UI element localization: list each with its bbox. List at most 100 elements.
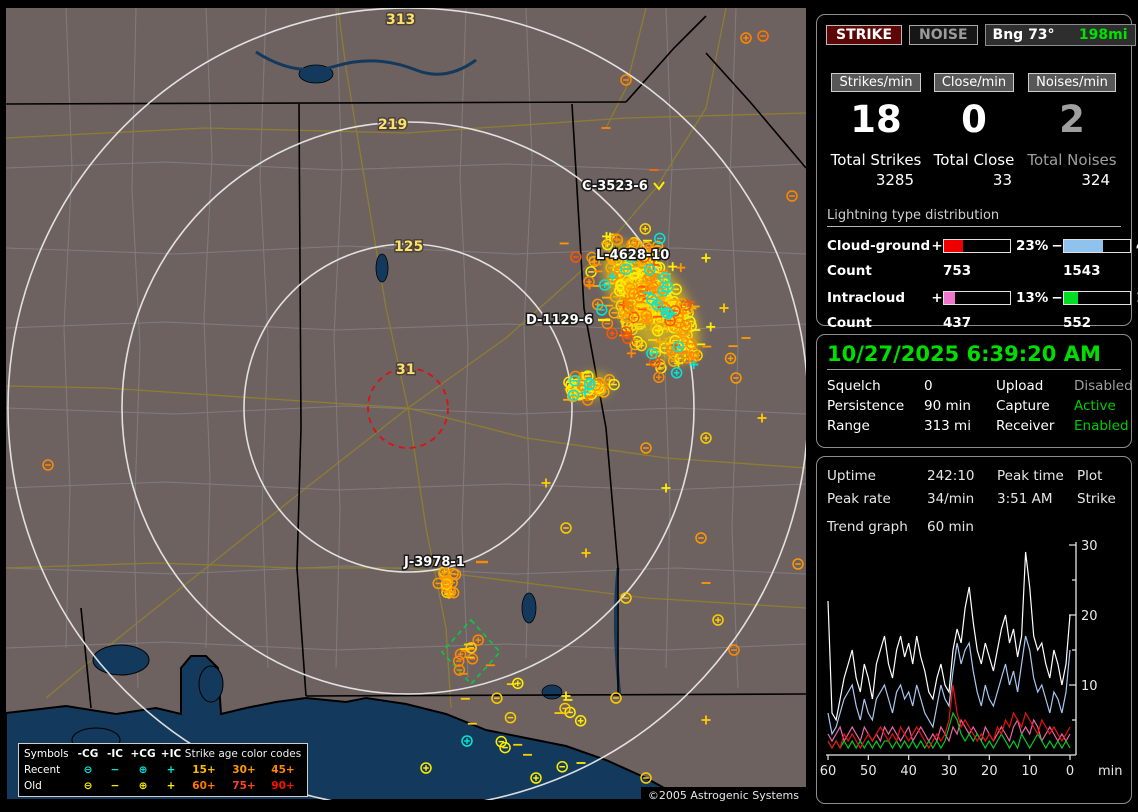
legend-col-pcg: +CG xyxy=(128,746,158,762)
copyright-text: ©2005 Astrogenic Systems xyxy=(641,787,806,804)
svg-text:60: 60 xyxy=(820,764,836,779)
trend-graph: 6050403020100min102030 xyxy=(820,539,1128,801)
total-strikes-value: 3285 xyxy=(876,171,924,189)
ring-label-31: 31 xyxy=(396,362,415,378)
peak-time-label: Peak time xyxy=(997,465,1077,488)
svg-text:min: min xyxy=(1098,764,1123,779)
range-label: Range xyxy=(827,416,924,436)
storm-cell-label: D-1129-6 xyxy=(526,313,593,328)
legend-recent-label: Recent xyxy=(24,762,74,778)
ic-positive-count: 437 xyxy=(943,315,1011,331)
total-close-value: 33 xyxy=(993,171,1022,189)
cg-negative-bar xyxy=(1063,239,1131,253)
legend-old-label: Old xyxy=(24,778,74,794)
plot-label: Plot xyxy=(1077,465,1131,488)
storm-cell-label: J-3978-1 xyxy=(403,555,465,570)
svg-text:30: 30 xyxy=(1081,539,1098,554)
plus-icon: + xyxy=(158,778,184,794)
ring-label-313: 313 xyxy=(386,12,415,28)
circle-plus-icon: ⊕ xyxy=(128,762,158,778)
legend-col-nic: -IC xyxy=(102,746,128,762)
intracloud-row: Intracloud + 13% − 17% xyxy=(827,290,1121,306)
minus-sign: − xyxy=(1051,290,1063,306)
capture-status: Active xyxy=(1074,396,1133,416)
age-90: 90+ xyxy=(264,778,302,794)
legend-col-pic: +IC xyxy=(158,746,184,762)
minus-sign: − xyxy=(1051,238,1063,254)
ring-label-125: 125 xyxy=(394,239,423,255)
symbol-legend: Symbols -CG -IC +CG +IC Strike age color… xyxy=(18,743,308,797)
svg-text:50: 50 xyxy=(860,764,877,779)
capture-label: Capture xyxy=(996,396,1074,416)
svg-text:40: 40 xyxy=(900,764,917,779)
cg-positive-pct: 23% xyxy=(1011,238,1051,254)
strikes-per-min-value: 18 xyxy=(850,98,902,142)
circle-minus-icon: ⊖ xyxy=(74,762,102,778)
radar-map[interactable]: 313 219 125 31 C-3523-6L-4628-10D-1129-6… xyxy=(6,8,806,800)
trend-window-value[interactable]: 60 min xyxy=(927,519,1131,535)
age-15: 15+ xyxy=(184,762,224,778)
cloud-ground-count-row: Count 753 1543 xyxy=(827,263,1121,279)
cg-negative-pct: 47% xyxy=(1131,238,1138,254)
peak-rate-value: 34/min xyxy=(927,488,997,511)
age-30: 30+ xyxy=(224,762,264,778)
close-per-min-column: Close/min 0 Total Close 33 xyxy=(926,73,1022,189)
upload-label: Upload xyxy=(996,376,1074,396)
persistence-label: Persistence xyxy=(827,396,924,416)
plus-sign: + xyxy=(931,238,943,254)
svg-text:0: 0 xyxy=(1066,764,1074,779)
close-per-min-header[interactable]: Close/min xyxy=(934,73,1014,92)
status-panel: 10/27/2025 6:39:20 AM Squelch 0 Upload D… xyxy=(816,334,1132,448)
close-per-min-value: 0 xyxy=(961,98,987,142)
cloud-ground-label: Cloud-ground xyxy=(827,238,931,254)
strike-mode-button[interactable]: STRIKE xyxy=(826,25,902,45)
legend-col-ncg: -CG xyxy=(74,746,102,762)
total-close-label: Total Close xyxy=(934,151,1015,169)
intracloud-label: Intracloud xyxy=(827,290,931,306)
datetime-display: 10/27/2025 6:39:20 AM xyxy=(827,342,1121,366)
legend-age-header: Strike age color codes xyxy=(184,746,302,762)
svg-text:10: 10 xyxy=(1081,679,1098,694)
circle-plus-icon: ⊕ xyxy=(128,778,158,794)
total-strikes-label: Total Strikes xyxy=(831,151,922,169)
svg-text:20: 20 xyxy=(981,764,998,779)
upload-status: Disabled xyxy=(1074,376,1133,396)
plus-sign: + xyxy=(931,290,943,306)
svg-text:10: 10 xyxy=(1021,764,1038,779)
distance-value: 198mi xyxy=(1079,27,1128,43)
persistence-value: 90 min xyxy=(924,396,996,416)
ic-positive-bar xyxy=(943,291,1011,305)
range-value: 313 mi xyxy=(924,416,996,436)
session-panel: Uptime 242:10 Peak time Plot Peak rate 3… xyxy=(816,456,1132,804)
cloud-ground-row: Cloud-ground + 23% − 47% xyxy=(827,238,1121,254)
noises-per-min-value: 2 xyxy=(1059,98,1085,142)
distribution-title: Lightning type distribution xyxy=(827,208,1121,227)
ic-positive-pct: 13% xyxy=(1011,290,1051,306)
receiver-status: Enabled xyxy=(1074,416,1133,436)
total-noises-label: Total Noises xyxy=(1027,151,1116,169)
minus-icon: − xyxy=(102,762,128,778)
count-label: Count xyxy=(827,315,931,331)
trend-graph-label: Trend graph xyxy=(827,519,927,535)
ic-negative-pct: 17% xyxy=(1131,290,1138,306)
storm-cell-label: L-4628-10 xyxy=(596,248,669,263)
total-noises-value: 324 xyxy=(1081,171,1120,189)
uptime-label: Uptime xyxy=(827,465,927,488)
cg-positive-count: 753 xyxy=(943,263,1011,279)
ic-negative-count: 552 xyxy=(1063,315,1131,331)
strikes-per-min-header[interactable]: Strikes/min xyxy=(831,73,920,92)
count-label: Count xyxy=(827,263,931,279)
bearing-chip: Bng 73° 198mi xyxy=(985,24,1136,46)
svg-text:30: 30 xyxy=(941,764,958,779)
cg-negative-count: 1543 xyxy=(1063,263,1131,279)
noise-mode-button[interactable]: NOISE xyxy=(909,25,977,45)
bearing-value: Bng 73° xyxy=(993,27,1055,43)
squelch-value: 0 xyxy=(924,376,996,396)
legend-symbols-label: Symbols xyxy=(24,746,74,762)
squelch-label: Squelch xyxy=(827,376,924,396)
minus-icon: − xyxy=(102,778,128,794)
age-75: 75+ xyxy=(224,778,264,794)
receiver-label: Receiver xyxy=(996,416,1074,436)
noises-per-min-header[interactable]: Noises/min xyxy=(1028,73,1116,92)
plot-value: Strike xyxy=(1077,488,1131,511)
